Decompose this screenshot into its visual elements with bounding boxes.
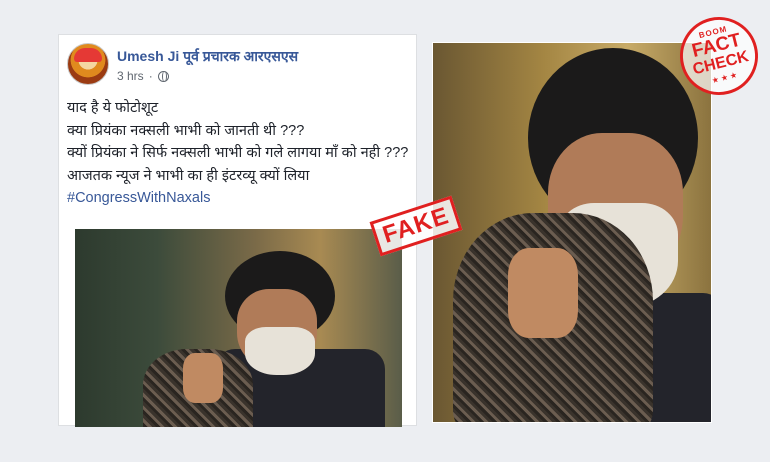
- post-meta: 3 hrs ·: [117, 69, 169, 83]
- post-line-4: आजतक न्यूज ने भाभी का ही इंटरव्यू क्यों …: [67, 167, 310, 184]
- author-avatar[interactable]: [67, 43, 109, 85]
- post-line-2: क्या प्रियंका नक्सली भाभी को जानती थी ??…: [67, 122, 305, 139]
- post-line-1: याद है ये फोटोशूट: [67, 100, 159, 116]
- separator-dot: ·: [148, 69, 153, 83]
- globe-icon: [157, 70, 169, 82]
- post-timestamp[interactable]: 3 hrs: [117, 69, 144, 83]
- closeup-photo[interactable]: [432, 42, 712, 423]
- post-photo[interactable]: [75, 229, 402, 427]
- facebook-post-card: Umesh Ji पूर्व प्रचारक आरएसएस 3 hrs · या…: [58, 34, 417, 427]
- author-name-link[interactable]: Umesh Ji पूर्व प्रचारक आरएसएस: [117, 47, 298, 66]
- post-body: याद है ये फोटोशूट क्या प्रियंका नक्सली भ…: [67, 97, 408, 210]
- post-line-3: क्यों प्रियंका ने सिर्फ नक्सली भाभी को ग…: [67, 145, 409, 161]
- hashtag-link[interactable]: #CongressWithNaxals: [67, 187, 408, 210]
